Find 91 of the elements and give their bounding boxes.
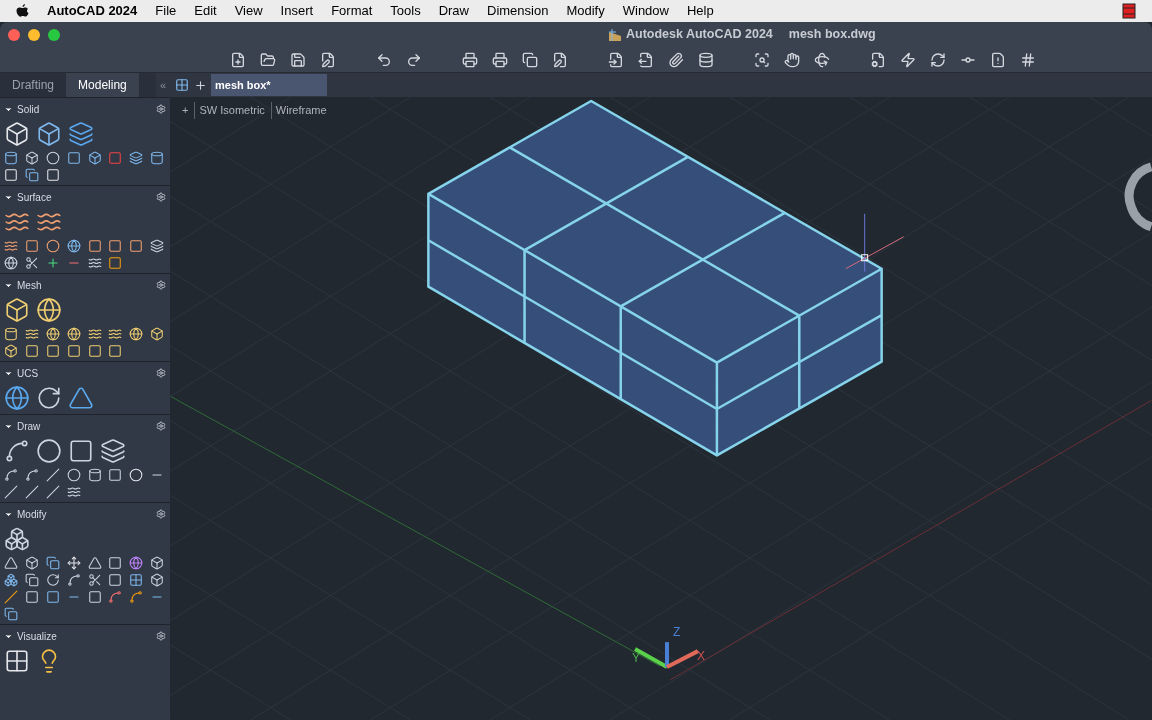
cylinder-icon[interactable] (4, 151, 18, 165)
settings-icon[interactable] (156, 509, 166, 519)
menu-item[interactable]: Draw (438, 1, 469, 21)
menu-item[interactable]: File (155, 1, 177, 21)
menu-item[interactable]: Modify (566, 1, 605, 21)
menu-item[interactable]: Help (686, 1, 714, 21)
new-file-icon[interactable] (230, 51, 246, 68)
new-tab-icon[interactable] (194, 78, 207, 92)
file-export-icon[interactable] (638, 51, 654, 68)
menu-item[interactable]: View (234, 1, 263, 21)
zoom-button[interactable] (48, 28, 60, 41)
lightning-icon[interactable] (900, 51, 916, 68)
section-title: UCS (17, 366, 39, 381)
section-title: Mesh (17, 278, 42, 293)
settings-icon[interactable] (156, 631, 166, 641)
menu-item[interactable]: Insert (280, 1, 314, 21)
undo-icon[interactable] (376, 51, 392, 68)
pan-hand-icon[interactable] (784, 51, 800, 68)
viewcube-drawing[interactable] (1124, 162, 1152, 231)
film-strip-icon[interactable] (1122, 3, 1136, 19)
file-import-icon[interactable] (608, 51, 624, 68)
menu-item[interactable]: Format (331, 1, 373, 21)
redo-icon[interactable] (406, 51, 422, 68)
x-axis-label: X (696, 649, 705, 664)
start-grid-icon[interactable] (175, 78, 189, 92)
settings-icon[interactable] (156, 368, 166, 378)
autocad-logo-icon (608, 27, 622, 42)
page-edit-icon[interactable] (552, 51, 568, 68)
section-title: Draw (17, 419, 41, 434)
printer-icon[interactable] (492, 51, 508, 68)
menu-item[interactable]: Window (622, 1, 669, 21)
window-title: Autodesk AutoCAD 2024 (626, 26, 773, 44)
z-axis-label: Z (673, 625, 681, 640)
file-gear-icon[interactable] (870, 51, 886, 68)
copy-icon[interactable] (24, 573, 39, 587)
polyline-icon[interactable] (4, 438, 30, 464)
settings-icon[interactable] (156, 280, 166, 290)
settings-icon[interactable] (156, 104, 166, 114)
add-cv-icon[interactable] (45, 256, 60, 270)
folder-icon[interactable] (260, 51, 276, 68)
box-icon[interactable] (24, 151, 39, 165)
mesh-cylinder-icon[interactable] (4, 327, 18, 341)
line-icon[interactable] (45, 468, 60, 482)
hash-icon[interactable] (1020, 51, 1036, 68)
close-button[interactable] (8, 28, 20, 41)
pages-icon[interactable] (522, 51, 538, 68)
x-axis-handle (666, 649, 699, 669)
circle-icon[interactable] (36, 438, 62, 464)
menu-item[interactable]: Tools (390, 1, 421, 21)
zoom-window-icon[interactable] (754, 51, 770, 68)
save-as-icon[interactable] (320, 51, 336, 68)
paperclip-icon[interactable] (668, 51, 684, 68)
extrude-icon[interactable] (36, 121, 62, 147)
section-title: Surface (17, 190, 52, 205)
cube-icon[interactable] (4, 121, 30, 147)
minimize-button[interactable] (28, 28, 40, 41)
cube-icon[interactable] (87, 151, 102, 165)
section-title: Solid (17, 102, 40, 117)
database-icon[interactable] (698, 51, 714, 68)
app-menu[interactable]: AutoCAD 2024 (47, 1, 138, 21)
mesh-box-icon[interactable] (4, 297, 30, 323)
arc-icon[interactable] (4, 468, 18, 482)
viewport-menu[interactable]: + (182, 102, 189, 119)
document-title: mesh box.dwg (788, 26, 876, 44)
crosshair-cursor-icon (845, 213, 905, 273)
orbit-icon[interactable] (814, 51, 830, 68)
save-icon[interactable] (290, 51, 306, 68)
document-tab[interactable]: mesh box* (211, 74, 327, 96)
z-axis-handle (665, 642, 669, 668)
rotate-icon[interactable] (45, 573, 60, 587)
menu-item[interactable]: Edit (194, 1, 217, 21)
settings-icon[interactable] (156, 421, 166, 431)
apple-logo-icon[interactable] (16, 3, 29, 19)
ucs-rotate-icon[interactable] (36, 385, 62, 411)
mesh-box-drawing[interactable] (427, 99, 883, 457)
view-control[interactable]: SW Isometric (194, 102, 265, 119)
menu-item[interactable]: Dimension (487, 1, 549, 21)
file-warning-icon[interactable] (990, 51, 1006, 68)
refresh-icon[interactable] (930, 51, 946, 68)
y-axis-label: Y (632, 651, 641, 666)
rectangle-icon[interactable] (68, 438, 94, 464)
move-icon[interactable] (66, 556, 81, 570)
printer-icon[interactable] (462, 51, 478, 68)
collapse-button[interactable]: « (155, 73, 170, 97)
section-title: Modify (17, 507, 47, 522)
y-axis-handle (634, 647, 668, 669)
mesh-sphere-icon[interactable] (36, 297, 62, 323)
workspace-tab[interactable]: Modeling (66, 73, 139, 97)
visual-style-control[interactable]: Wireframe (270, 102, 327, 119)
section-title: Visualize (17, 629, 57, 644)
settings-icon[interactable] (156, 192, 166, 202)
